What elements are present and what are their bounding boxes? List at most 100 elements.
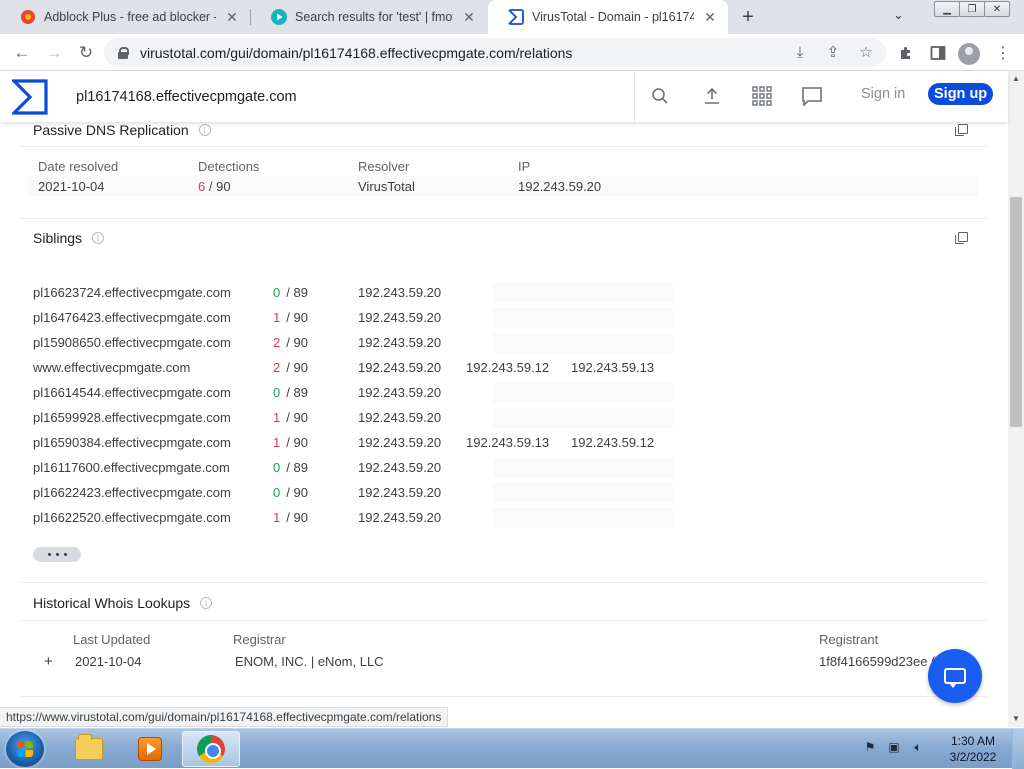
sibling-domain-link[interactable]: www.effectivecpmgate.com: [33, 360, 190, 375]
folder-icon: [75, 734, 103, 760]
sibling-detections-cell: 0 / 89: [273, 385, 308, 400]
forward-icon[interactable]: →: [42, 41, 66, 65]
virustotal-logo-icon[interactable]: [12, 79, 48, 115]
scroll-up-icon[interactable]: ▲: [1012, 74, 1020, 83]
detection-positives: 1: [273, 310, 281, 325]
apps-grid-icon[interactable]: [749, 83, 775, 109]
menu-kebab-icon[interactable]: ⋮: [992, 42, 1014, 64]
install-app-icon[interactable]: ⤓: [790, 42, 810, 62]
list-item: pl16614544.effectivecpmgate.com 0 / 89 192.…: [33, 383, 673, 410]
tab-adblock[interactable]: Adblock Plus - free ad blocker - C ✕: [0, 0, 250, 34]
sibling-domain-link[interactable]: pl15908650.effectivecpmgate.com: [33, 335, 231, 350]
dot-icon: [55, 553, 59, 556]
sign-in-link[interactable]: Sign in: [861, 86, 905, 102]
bookmark-star-icon[interactable]: ☆: [856, 42, 876, 62]
sibling-ip-link[interactable]: 192.243.59.20: [358, 485, 441, 500]
show-desktop-button[interactable]: [1012, 729, 1024, 769]
reload-icon[interactable]: ↻: [74, 41, 98, 65]
sibling-ip-link[interactable]: 192.243.59.20: [358, 410, 441, 425]
tab-virustotal[interactable]: VirusTotal - Domain - pl1617416 ✕: [488, 0, 728, 34]
sibling-ip-link[interactable]: 192.243.59.13: [466, 435, 549, 450]
col-header-registrant: Registrant: [819, 632, 879, 647]
row-stripe: [493, 508, 673, 528]
info-icon[interactable]: i: [200, 597, 213, 609]
sibling-domain-link[interactable]: pl16622423.effectivecpmgate.com: [33, 485, 231, 500]
row-stripe: [493, 458, 673, 478]
list-item: www.effectivecpmgate.com 2 / 90 192.243.59.…: [33, 360, 654, 385]
col-header-date-resolved: Date resolved: [38, 159, 119, 174]
sibling-detections-cell: 0 / 89: [273, 285, 308, 300]
list-item: pl16623724.effectivecpmgate.com 0 / 89 192.…: [33, 283, 673, 310]
sibling-ip-link[interactable]: 192.243.59.12: [466, 360, 549, 375]
restore-button[interactable]: ❐: [959, 1, 985, 17]
sibling-ip-link[interactable]: 192.243.59.20: [358, 360, 441, 375]
chat-support-button[interactable]: [928, 649, 982, 703]
vt-search-input[interactable]: pl16174168.effectivecpmgate.com: [60, 71, 635, 122]
sibling-domain-link[interactable]: pl16117600.effectivecpmgate.com: [33, 460, 230, 475]
share-icon[interactable]: ⇪: [823, 42, 843, 62]
sibling-ip-link[interactable]: 192.243.59.20: [358, 385, 441, 400]
sibling-ip-link[interactable]: 192.243.59.20: [358, 460, 441, 475]
sibling-domain-link[interactable]: pl16614544.effectivecpmgate.com: [33, 385, 231, 400]
sibling-ip-link[interactable]: 192.243.59.13: [571, 360, 654, 375]
back-icon[interactable]: ←: [10, 41, 34, 65]
chat-comment-icon[interactable]: [799, 83, 825, 109]
close-window-button[interactable]: ✕: [984, 1, 1010, 17]
profile-avatar[interactable]: [958, 43, 980, 65]
sibling-domain-link[interactable]: pl16622520.effectivecpmgate.com: [33, 510, 231, 525]
volume-icon[interactable]: 🔈︎: [910, 739, 926, 755]
minimize-button[interactable]: ▁: [934, 1, 960, 17]
divider: [20, 620, 987, 621]
extensions-puzzle-icon[interactable]: [895, 42, 917, 64]
sibling-ip-link[interactable]: 192.243.59.20: [358, 310, 441, 325]
new-tab-button[interactable]: +: [736, 5, 760, 29]
search-icon[interactable]: [647, 83, 673, 109]
action-center-flag-icon[interactable]: ⚑: [862, 739, 878, 755]
dns-ip-link[interactable]: 192.243.59.20: [518, 179, 601, 194]
address-bar[interactable]: virustotal.com/gui/domain/pl16174168.eff…: [104, 38, 886, 67]
lock-icon[interactable]: [118, 47, 129, 59]
detection-positives: 1: [273, 410, 281, 425]
tab-fmovies[interactable]: Search results for 'test' | fmovies ✕: [251, 0, 487, 34]
taskbar-clock[interactable]: 1:30 AM 3/2/2022: [944, 733, 1002, 765]
detection-positives: 0: [273, 385, 281, 400]
load-more-button[interactable]: [33, 547, 81, 562]
start-button[interactable]: [6, 731, 44, 767]
close-icon[interactable]: ✕: [224, 9, 240, 25]
sibling-ip-link[interactable]: 192.243.59.20: [358, 510, 441, 525]
copy-icon[interactable]: [955, 124, 968, 136]
scroll-down-icon[interactable]: ▼: [1012, 714, 1020, 723]
sibling-domain-link[interactable]: pl16623724.effectivecpmgate.com: [33, 285, 231, 300]
network-icon[interactable]: ▣: [886, 739, 902, 755]
sibling-domain-link[interactable]: pl16476423.effectivecpmgate.com: [33, 310, 231, 325]
detection-total: / 90: [286, 410, 308, 425]
sibling-ip-link[interactable]: 192.243.59.20: [358, 335, 441, 350]
col-header-resolver: Resolver: [358, 159, 410, 174]
close-icon[interactable]: ✕: [702, 9, 718, 25]
taskbar-explorer[interactable]: [60, 731, 118, 767]
scroll-thumb[interactable]: [1010, 197, 1022, 427]
info-icon[interactable]: i: [198, 124, 211, 136]
list-item: pl15908650.effectivecpmgate.com 2 / 90 192.…: [33, 333, 673, 360]
col-header-registrar: Registrar: [233, 632, 286, 647]
sibling-domain-link[interactable]: pl16599928.effectivecpmgate.com: [33, 410, 231, 425]
taskbar-media-player[interactable]: [121, 731, 179, 767]
list-item: pl16599928.effectivecpmgate.com 1 / 90 192.…: [33, 408, 673, 435]
row-stripe: [493, 408, 673, 428]
sibling-ip-link[interactable]: 192.243.59.20: [358, 435, 441, 450]
info-icon[interactable]: i: [92, 232, 105, 244]
sign-up-button[interactable]: Sign up: [928, 83, 994, 105]
close-icon[interactable]: ✕: [461, 9, 477, 25]
sibling-domain-link[interactable]: pl16590384.effectivecpmgate.com: [33, 435, 231, 450]
list-item: pl16622423.effectivecpmgate.com 0 / 90 192.…: [33, 483, 673, 510]
clock-time: 1:30 AM: [950, 734, 996, 748]
tab-search-dropdown-icon[interactable]: ⌄: [893, 7, 904, 23]
sibling-ip-link[interactable]: 192.243.59.12: [571, 435, 654, 450]
taskbar-chrome[interactable]: [182, 731, 240, 767]
side-panel-icon[interactable]: [927, 42, 949, 64]
upload-icon[interactable]: [699, 83, 725, 109]
expand-row-icon[interactable]: +: [44, 653, 53, 670]
copy-icon[interactable]: [955, 232, 968, 244]
page-scrollbar[interactable]: ▲ ▼: [1008, 71, 1024, 727]
sibling-ip-link[interactable]: 192.243.59.20: [358, 285, 441, 300]
